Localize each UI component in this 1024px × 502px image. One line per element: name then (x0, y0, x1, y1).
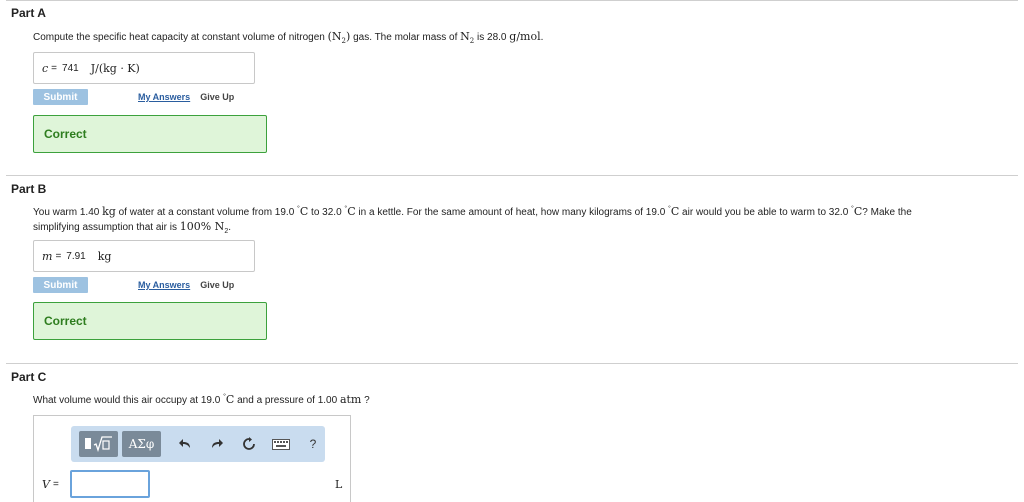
answer-variable: m (42, 249, 53, 263)
keyboard-icon[interactable] (271, 434, 291, 454)
math-unit: atm (339, 393, 362, 406)
reset-icon[interactable] (239, 434, 259, 454)
math-expr: (N2) (327, 30, 351, 45)
equals-sign: = (55, 250, 62, 262)
part-b-answer-box: m = 7.91 kg (33, 240, 255, 272)
math-toolbar: ΑΣφ ? (71, 426, 325, 462)
part-a-answer-box: c = 741 J/(kg · K) (33, 52, 255, 84)
submit-button[interactable]: Submit (33, 277, 88, 293)
question-text: simplifying assumption that air is (33, 222, 180, 233)
question-text: ? Make the (862, 207, 912, 218)
question-text: You warm 1.40 (33, 207, 103, 218)
my-answers-link[interactable]: My Answers (138, 92, 190, 102)
undo-icon[interactable] (175, 434, 195, 454)
give-up-link[interactable]: Give Up (200, 280, 234, 290)
problem-page: Part A Compute the specific heat capacit… (0, 0, 1024, 502)
part-c-question: What volume would this air occupy at 19.… (33, 393, 993, 408)
volume-answer-input[interactable] (70, 470, 150, 498)
answer-unit: kg (97, 249, 112, 263)
question-text: of water at a constant volume from 19.0 (115, 207, 298, 218)
question-text: ? (361, 395, 370, 406)
templates-icon[interactable] (79, 431, 118, 457)
math-value: 100% (179, 220, 212, 233)
answer-value: 741 (62, 62, 79, 74)
equals-sign: = (52, 478, 59, 490)
answer-variable: V (42, 477, 50, 491)
part-a-question: Compute the specific heat capacity at co… (33, 30, 993, 45)
help-icon[interactable]: ? (303, 434, 323, 454)
math-text: N (460, 30, 470, 43)
question-text: and a pressure of 1.00 (234, 395, 340, 406)
question-text: air would you be able to warm to 32.0 (679, 207, 852, 218)
part-b-title: Part B (11, 182, 47, 196)
answer-value: 7.91 (66, 250, 86, 262)
part-b-correct-feedback: Correct (33, 302, 267, 340)
part-a-divider (6, 0, 1018, 1)
question-text: in a kettle. For the same amount of heat… (355, 207, 669, 218)
math-unit: C (347, 205, 356, 218)
greek-symbols-button[interactable]: ΑΣφ (122, 431, 161, 457)
part-c-divider (6, 363, 1018, 364)
math-text: N (211, 220, 225, 233)
equals-sign: = (51, 62, 58, 74)
answer-variable: c (42, 61, 49, 75)
question-text: What volume would this air occupy at 19.… (33, 395, 224, 406)
question-text: to 32.0 (308, 207, 345, 218)
question-text: gas. The molar mass of (350, 32, 461, 43)
part-a-actions: Submit My Answers Give Up (33, 89, 234, 105)
part-c-answer-editor: ΑΣφ ? V = L (33, 415, 351, 502)
part-b-question: You warm 1.40 kg of water at a constant … (33, 205, 993, 235)
question-text: is 28.0 (474, 32, 510, 43)
submit-button[interactable]: Submit (33, 89, 88, 105)
part-a-title: Part A (11, 6, 46, 20)
redo-icon[interactable] (207, 434, 227, 454)
math-expr: N2 (460, 30, 474, 45)
question-text: . (540, 32, 544, 43)
part-c-title: Part C (11, 370, 47, 384)
math-unit: g/mol (509, 30, 541, 43)
question-text: . (228, 222, 231, 233)
my-answers-link[interactable]: My Answers (138, 280, 190, 290)
math-text: (N (327, 30, 342, 43)
math-unit: kg (102, 205, 116, 218)
part-a-correct-feedback: Correct (33, 115, 267, 153)
question-text: Compute the specific heat capacity at co… (33, 32, 328, 43)
answer-unit: J/(kg · K) (90, 61, 140, 75)
part-b-actions: Submit My Answers Give Up (33, 277, 234, 293)
part-b-divider (6, 175, 1018, 176)
give-up-link[interactable]: Give Up (200, 92, 234, 102)
part-c-input-row: V = L (42, 469, 342, 499)
answer-unit: L (335, 478, 343, 491)
